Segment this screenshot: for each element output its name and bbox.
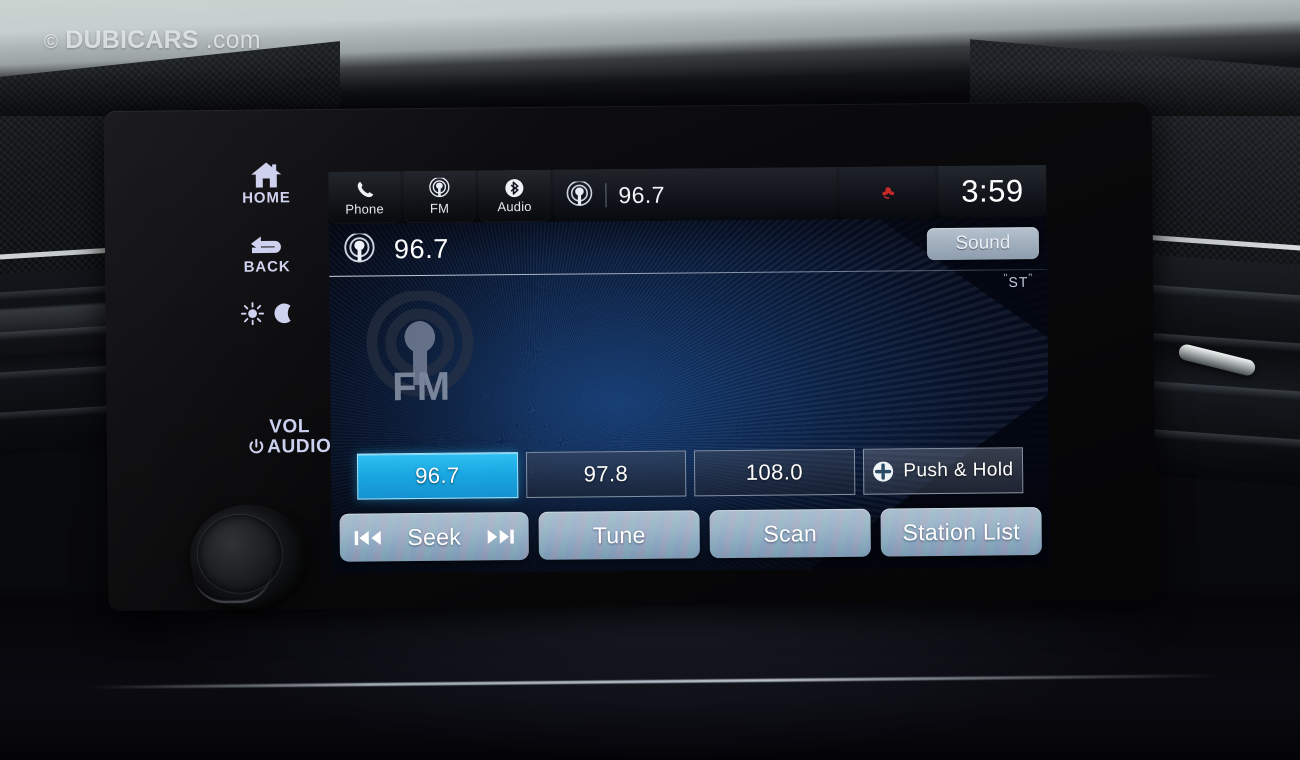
back-button-label: BACK: [243, 258, 291, 276]
infotainment-head-unit: HOME BACK VOL AUDIO Phone FM Audio 96.7 …: [103, 100, 1157, 612]
home-button[interactable]: HOME: [216, 161, 316, 207]
skip-previous-icon: [354, 528, 382, 547]
clock-time: 3:59: [961, 173, 1024, 209]
plus-circle-icon: [872, 460, 894, 482]
watermark-tld: .com: [205, 26, 261, 54]
back-arrow-icon: [248, 233, 286, 257]
tab-fm-label: FM: [429, 200, 450, 216]
tune-button-label: Tune: [592, 521, 646, 548]
preset-button-3[interactable]: 108.0: [693, 448, 855, 497]
preset-2-label: 97.8: [583, 461, 629, 487]
station-list-button-label: Station List: [902, 517, 1021, 545]
seek-button-label: Seek: [407, 523, 462, 550]
phone-icon: [354, 179, 375, 200]
tab-phone[interactable]: Phone: [328, 171, 401, 224]
now-playing-frequency: 96.7: [618, 181, 665, 208]
source-bar: 96.7 Sound: [329, 217, 1047, 276]
stereo-indicator: "ST": [1004, 272, 1034, 290]
push-and-hold-label: Push & Hold: [903, 459, 1014, 482]
moon-icon: [273, 301, 295, 325]
tab-fm[interactable]: FM: [403, 170, 476, 224]
scan-button[interactable]: Scan: [709, 508, 871, 559]
tune-button[interactable]: Tune: [538, 510, 700, 560]
fm-antenna-icon: [343, 232, 376, 266]
status-divider: [605, 183, 607, 208]
tab-audio-label: Audio: [497, 198, 532, 215]
home-button-label: HOME: [242, 189, 291, 207]
source-bar-spacer: [449, 244, 927, 249]
preset-button-2[interactable]: 97.8: [525, 450, 687, 499]
status-bar: Phone FM Audio 96.7 3:59: [328, 164, 1047, 224]
preset-push-and-hold-button[interactable]: Push & Hold: [862, 447, 1024, 495]
sound-button[interactable]: Sound: [926, 227, 1040, 261]
watermark-brand: DUBICARS: [65, 26, 199, 54]
red-alert-icon: [879, 184, 896, 201]
bluetooth-icon: [504, 178, 524, 198]
alert-indicator[interactable]: [839, 166, 936, 219]
scan-button-label: Scan: [763, 519, 818, 547]
home-icon: [250, 161, 282, 188]
svg-text:FM: FM: [392, 365, 450, 410]
station-list-button[interactable]: Station List: [880, 507, 1042, 557]
site-watermark: © DUBICARS .com: [44, 26, 261, 55]
display-mode-button[interactable]: [217, 301, 317, 326]
tab-audio[interactable]: Audio: [478, 169, 551, 223]
sun-icon: [240, 302, 264, 326]
watermark-copyright: ©: [44, 32, 59, 53]
preset-3-label: 108.0: [745, 459, 804, 485]
fm-antenna-icon: [428, 177, 450, 200]
preset-row: 96.7 97.8 108.0 Push & Hold: [356, 447, 1024, 500]
stereo-quote-left: ": [1003, 272, 1009, 285]
preset-1-label: 96.7: [415, 462, 460, 489]
hard-key-column: HOME BACK: [174, 161, 336, 327]
current-frequency: 96.7: [393, 233, 450, 264]
stereo-indicator-label: ST: [1008, 273, 1029, 291]
now-playing-tab[interactable]: 96.7: [553, 167, 837, 222]
power-icon: [248, 439, 265, 456]
fm-source-watermark: FM: [351, 290, 492, 421]
preset-button-1[interactable]: 96.7: [356, 452, 518, 500]
sound-button-label: Sound: [955, 232, 1011, 254]
volume-knob[interactable]: [189, 504, 309, 610]
transport-button-row: Seek Tune Scan Station List: [339, 507, 1042, 562]
touchscreen-display[interactable]: Phone FM Audio 96.7 3:59 96.7 Sound "ST"…: [328, 164, 1051, 574]
tab-phone-label: Phone: [345, 200, 384, 217]
stereo-quote-right: ": [1028, 272, 1034, 285]
skip-next-icon: [487, 527, 515, 546]
fm-antenna-icon: [565, 181, 593, 209]
clock: 3:59: [938, 164, 1047, 219]
back-button[interactable]: BACK: [217, 233, 317, 276]
volume-label-line2: AUDIO: [267, 435, 332, 458]
seek-button[interactable]: Seek: [339, 511, 529, 562]
